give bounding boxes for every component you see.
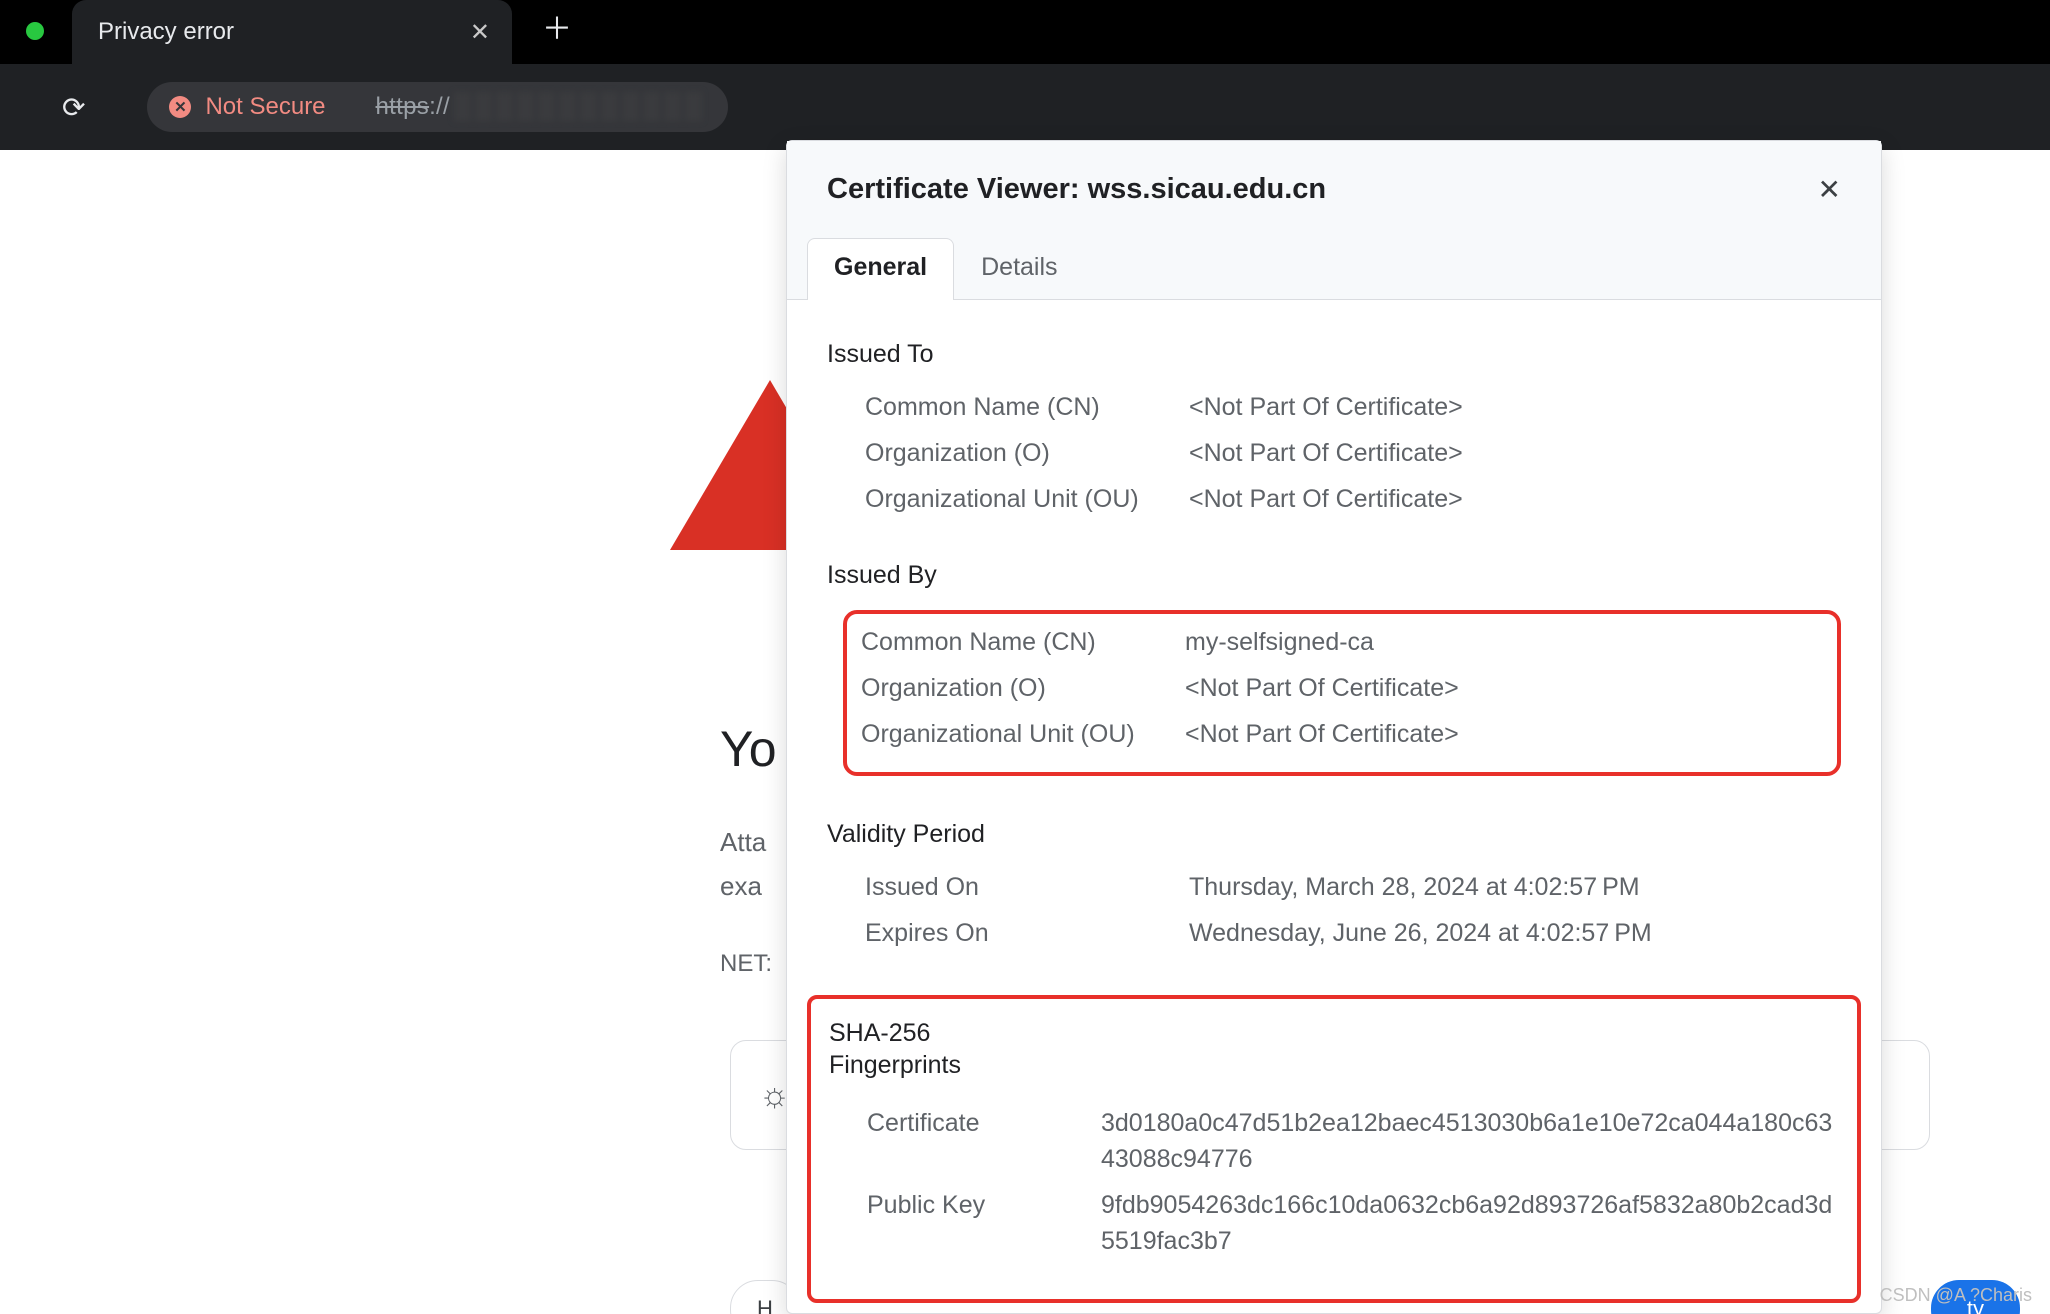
issued-to-o: Organization (O)<Not Part Of Certificate… <box>865 435 1841 471</box>
address-bar[interactable]: ✕ Not Secure https://████████████ <box>147 82 728 132</box>
tab-title: Privacy error <box>98 18 234 46</box>
browser-chrome: Privacy error ✕ ＋ › ⟳ ✕ Not Secure https… <box>0 0 2050 150</box>
section-validity-heading: Validity Period <box>827 820 1841 849</box>
issued-to-ou: Organizational Unit (OU)<Not Part Of Cer… <box>865 481 1841 517</box>
tab-general[interactable]: General <box>807 238 954 300</box>
fingerprint-certificate: Certificate3d0180a0c47d51b2ea12baec45130… <box>867 1105 1839 1177</box>
not-secure-label: Not Secure <box>205 93 325 121</box>
not-secure-icon: ✕ <box>169 96 191 118</box>
reload-icon[interactable]: ⟳ <box>62 91 85 124</box>
section-fingerprints-heading: SHA-256 Fingerprints <box>829 1017 1839 1081</box>
highlight-fingerprints: SHA-256 Fingerprints Certificate3d0180a0… <box>807 995 1861 1303</box>
issued-by-o: Organization (O)<Not Part Of Certificate… <box>861 670 1823 706</box>
section-validity: Issued OnThursday, March 28, 2024 at 4:0… <box>827 869 1841 951</box>
traffic-light-green[interactable] <box>26 22 44 40</box>
url-scheme: https <box>376 93 430 120</box>
validity-expires-on: Expires OnWednesday, June 26, 2024 at 4:… <box>865 915 1841 951</box>
issued-to-cn: Common Name (CN)<Not Part Of Certificate… <box>865 389 1841 425</box>
validity-issued-on: Issued OnThursday, March 28, 2024 at 4:0… <box>865 869 1841 905</box>
watermark: CSDN @A ?Charis <box>1880 1285 2032 1306</box>
fingerprint-public-key: Public Key9fdb9054263dc166c10da0632cb6a9… <box>867 1187 1839 1259</box>
url-display: https://████████████ <box>376 93 706 121</box>
section-issued-to: Common Name (CN)<Not Part Of Certificate… <box>827 389 1841 517</box>
section-issued-to-heading: Issued To <box>827 340 1841 369</box>
section-issued-by-heading: Issued By <box>827 561 1841 590</box>
tab-strip: Privacy error ✕ ＋ <box>0 0 2050 64</box>
url-host-redacted: ████████████ <box>454 93 706 120</box>
net-error-code: NET: <box>720 950 772 978</box>
close-icon[interactable]: ✕ <box>1818 173 1841 206</box>
issued-by-ou: Organizational Unit (OU)<Not Part Of Cer… <box>861 716 1823 752</box>
tab-close-icon[interactable]: ✕ <box>470 18 490 47</box>
section-fingerprints: Certificate3d0180a0c47d51b2ea12baec45130… <box>829 1105 1839 1259</box>
tab-details[interactable]: Details <box>954 238 1084 300</box>
toolbar: › ⟳ ✕ Not Secure https://████████████ <box>0 64 2050 150</box>
issued-by-cn: Common Name (CN)my-selfsigned-ca <box>861 624 1823 660</box>
active-tab[interactable]: Privacy error ✕ <box>72 0 512 64</box>
dialog-body: Issued To Common Name (CN)<Not Part Of C… <box>787 300 1881 1313</box>
dialog-tabs: General Details <box>787 237 1881 300</box>
certificate-viewer-dialog: Certificate Viewer: wss.sicau.edu.cn ✕ G… <box>786 140 1882 1314</box>
highlight-issued-by: Common Name (CN)my-selfsigned-ca Organiz… <box>843 610 1841 776</box>
dialog-title: Certificate Viewer: wss.sicau.edu.cn <box>827 173 1326 206</box>
new-tab-button[interactable]: ＋ <box>542 4 572 48</box>
error-heading: Yo <box>720 720 777 778</box>
dialog-header: Certificate Viewer: wss.sicau.edu.cn ✕ <box>787 141 1881 237</box>
